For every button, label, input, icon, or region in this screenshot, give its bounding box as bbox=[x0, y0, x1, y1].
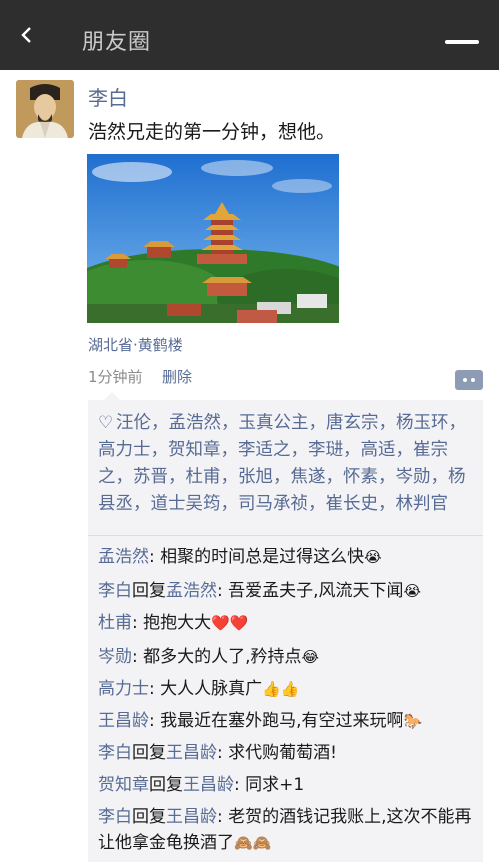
page-title: 朋友圈 bbox=[82, 30, 152, 55]
comment-separator: : bbox=[149, 547, 161, 567]
author-name[interactable]: 李白 bbox=[88, 82, 128, 111]
comment-author[interactable]: 高力士 bbox=[98, 679, 149, 699]
comment-row[interactable]: 李白回复王昌龄: 老贺的酒钱记我账上,这次不能再让他拿金龟换酒了🙈🙈 bbox=[98, 804, 478, 856]
likes-names[interactable]: 汪伦，孟浩然，玉真公主，唐玄宗，杨玉环，高力士，贺知章，李适之，李琎，高适，崔宗… bbox=[98, 413, 466, 514]
reply-target[interactable]: 王昌龄 bbox=[166, 807, 217, 827]
likes-divider bbox=[88, 535, 483, 536]
comment-text: 吾爱孟夫子,风流天下闻 bbox=[228, 581, 404, 601]
comment-separator: : bbox=[149, 679, 161, 699]
delete-button[interactable]: 删除 bbox=[162, 366, 192, 387]
likes-list: ♡ 汪伦，孟浩然，玉真公主，唐玄宗，杨玉环，高力士，贺知章，李适之，李琎，高适，崔… bbox=[98, 410, 476, 518]
emoji-icon: 😂 bbox=[301, 648, 320, 666]
comment-row[interactable]: 孟浩然: 相聚的时间总是过得这么快😭 bbox=[98, 544, 478, 570]
comment-author[interactable]: 杜甫 bbox=[98, 613, 132, 633]
reply-word: 回复 bbox=[132, 743, 166, 763]
emoji-icon: 😭 bbox=[364, 548, 382, 566]
comment-author[interactable]: 孟浩然 bbox=[98, 547, 149, 567]
back-arrow-icon[interactable] bbox=[18, 26, 36, 44]
post-time: 1分钟前 bbox=[88, 368, 143, 386]
author-avatar[interactable] bbox=[16, 80, 74, 138]
heart-icon: ♡ bbox=[98, 413, 114, 433]
post-location[interactable]: 湖北省·黄鹤楼 bbox=[88, 334, 183, 355]
reply-word: 回复 bbox=[132, 581, 166, 601]
reply-target[interactable]: 王昌龄 bbox=[183, 775, 234, 795]
comment-text: 我最近在塞外跑马,有空过来玩啊 bbox=[160, 711, 404, 731]
emoji-icon: 🙈🙈 bbox=[234, 834, 272, 852]
comment-separator: : bbox=[234, 775, 246, 795]
comment-author[interactable]: 李白 bbox=[98, 743, 132, 763]
post-text: 浩然兄走的第一分钟，想他。 bbox=[88, 121, 336, 143]
reply-target[interactable]: 孟浩然 bbox=[166, 581, 217, 601]
comment-text: 相聚的时间总是过得这么快 bbox=[160, 547, 365, 567]
comment-row[interactable]: 高力士: 大人人脉真广👍👍 bbox=[98, 676, 478, 702]
comment-text: 抱抱大大 bbox=[143, 613, 212, 633]
emoji-icon: ❤️❤️ bbox=[211, 614, 249, 632]
comment-row[interactable]: 岑勋: 都多大的人了,矜持点😂 bbox=[98, 644, 478, 670]
comment-separator: : bbox=[149, 711, 161, 731]
comment-row[interactable]: 李白回复王昌龄: 求代购葡萄酒! bbox=[98, 740, 478, 766]
reply-word: 回复 bbox=[149, 775, 183, 795]
comment-row[interactable]: 李白回复孟浩然: 吾爱孟夫子,风流天下闻😭 bbox=[98, 578, 478, 604]
comment-row[interactable]: 贺知章回复王昌龄: 同求+1 bbox=[98, 772, 478, 798]
more-menu-icon[interactable] bbox=[445, 40, 479, 44]
emoji-icon: 👍👍 bbox=[262, 680, 300, 698]
comment-text: 同求+1 bbox=[245, 775, 305, 795]
comment-action-button[interactable] bbox=[455, 370, 483, 390]
comment-author[interactable]: 王昌龄 bbox=[98, 711, 149, 731]
comment-row[interactable]: 王昌龄: 我最近在塞外跑马,有空过来玩啊🐎 bbox=[98, 708, 478, 734]
comment-author[interactable]: 岑勋 bbox=[98, 647, 132, 667]
reply-target[interactable]: 王昌龄 bbox=[166, 743, 217, 763]
post-photo[interactable] bbox=[87, 154, 339, 323]
emoji-icon: 😭 bbox=[403, 582, 422, 600]
comment-author[interactable]: 李白 bbox=[98, 581, 132, 601]
comment-separator: : bbox=[217, 807, 229, 827]
comment-author[interactable]: 李白 bbox=[98, 807, 132, 827]
comment-author[interactable]: 贺知章 bbox=[98, 775, 149, 795]
panel-pointer bbox=[104, 392, 120, 400]
top-navigation-bar: 朋友圈 bbox=[0, 0, 499, 70]
comment-separator: : bbox=[217, 581, 229, 601]
comment-separator: : bbox=[217, 743, 229, 763]
comment-separator: : bbox=[132, 647, 144, 667]
emoji-icon: 🐎 bbox=[403, 712, 423, 730]
comment-separator: : bbox=[132, 613, 144, 633]
comment-text: 大人人脉真广 bbox=[160, 679, 263, 699]
comment-row[interactable]: 杜甫: 抱抱大大❤️❤️ bbox=[98, 610, 478, 636]
comment-text: 都多大的人了,矜持点 bbox=[143, 647, 302, 667]
comment-text: 求代购葡萄酒! bbox=[228, 743, 337, 763]
reply-word: 回复 bbox=[132, 807, 166, 827]
